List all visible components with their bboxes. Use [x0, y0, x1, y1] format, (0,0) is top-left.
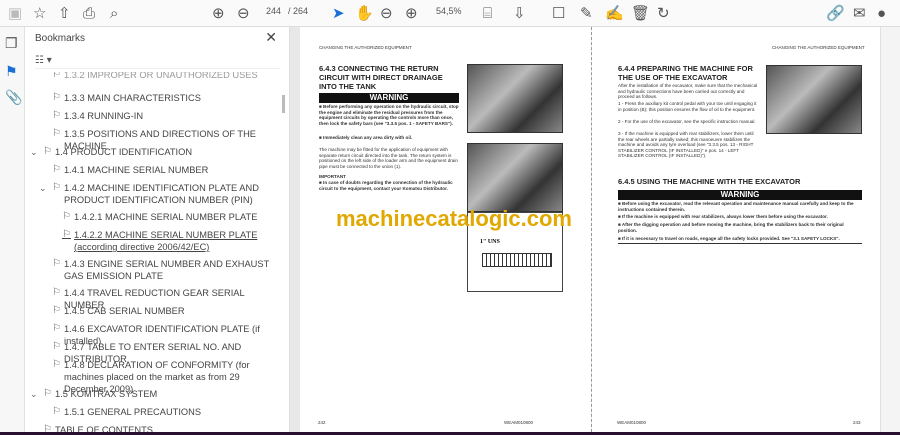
highlight-pen-icon[interactable]: ✎: [580, 4, 593, 22]
sign-icon[interactable]: ✍: [605, 4, 624, 22]
important-label: IMPORTANT: [319, 174, 346, 179]
hand-icon[interactable]: ✋: [355, 4, 374, 22]
bookmark-icon: ⚐: [52, 305, 61, 316]
document-code: WEAM010800: [617, 420, 647, 425]
close-icon[interactable]: ✕: [265, 29, 277, 46]
chevron-down-icon[interactable]: ⌄: [30, 388, 38, 400]
chevron-down-icon[interactable]: ⌄: [39, 182, 47, 194]
bookmark-icon: ⚐: [62, 229, 71, 240]
section-title: 6.4.4 PREPARING THE MACHINE FOR THE USE …: [618, 64, 753, 82]
bookmark-item[interactable]: ⌄ ⚐ 1.4.2 MACHINE IDENTIFICATION PLATE AND…: [39, 182, 280, 206]
bookmark-icon: ⚐: [43, 424, 52, 432]
bookmark-icon: ⚐: [52, 110, 61, 121]
panel-title: Bookmarks: [35, 33, 86, 44]
bookmark-item[interactable]: ⚐ 1.3.2 IMPROPER OR UNAUTHORIZED USES: [52, 72, 258, 81]
diagram-label: 1" UNS: [480, 239, 500, 245]
page-separator: [591, 27, 592, 432]
step-text: 3 - If the machine is equipped with rear…: [618, 131, 754, 159]
print-icon[interactable]: ⎙: [83, 4, 95, 22]
document-code: WEAM010800: [504, 420, 534, 425]
bookmark-icon: ⚐: [52, 182, 61, 193]
zoom-input[interactable]: 54,5%: [436, 6, 462, 16]
page-header: CHANGING THE AUTHORIZED EQUIPMENT: [319, 45, 412, 50]
page-up-icon[interactable]: ⊕: [212, 4, 225, 22]
bookmarks-scrollbar[interactable]: [282, 95, 285, 113]
warning-text: ■ Immediately clean any area dirty with …: [319, 135, 413, 140]
bookmark-item[interactable]: ⚐ 1.3.4 RUNNING-IN: [52, 110, 143, 122]
bookmark-item[interactable]: ⚐ 1.3.3 MAIN CHARACTERISTICS: [52, 92, 201, 104]
star-icon[interactable]: ☆: [33, 4, 46, 22]
page-number: 242: [318, 420, 326, 425]
step-text: 2 - For the use of the excavator, see th…: [618, 119, 756, 124]
bookmark-icon: ⚐: [52, 258, 61, 269]
scroll-mode-icon[interactable]: ⇩: [513, 4, 526, 22]
warning-text: ■ After the digging operation and before…: [618, 222, 844, 233]
fitting-drawing: [482, 253, 552, 267]
warning-text: ■ Before using the excavator, read the r…: [618, 201, 854, 212]
bookmark-item[interactable]: ⚐ TABLE OF CONTENTS: [43, 424, 153, 432]
cloud-upload-icon[interactable]: ⇧: [58, 4, 71, 22]
attachment-icon[interactable]: 📎: [5, 89, 22, 106]
page-total: / 264: [288, 6, 309, 16]
machine-photo: [467, 64, 563, 133]
zoom-in-icon[interactable]: ⊕: [405, 4, 418, 22]
page-header: CHANGING THE AUTHORIZED EQUIPMENT: [772, 45, 865, 50]
share-link-icon[interactable]: 🔗: [826, 4, 845, 22]
page-down-icon[interactable]: ⊖: [237, 4, 250, 22]
bookmark-icon: ⚐: [52, 406, 61, 417]
bookmark-item[interactable]: ⚐ 1.4.5 CAB SERIAL NUMBER: [52, 305, 185, 317]
warning-banner: WARNING: [618, 190, 862, 200]
warning-text: ■ Before performing any operation on the…: [319, 104, 459, 126]
page-number-input[interactable]: 244: [266, 6, 281, 16]
document-scrollbar[interactable]: [880, 27, 900, 432]
account-icon[interactable]: ●: [877, 4, 886, 22]
toolbar: ▣ ☆ ⇧ ⎙ ⌕ ⊕ ⊖ 244 / 264 ➤ ✋ ⊖ ⊕ 54,5% ⌸ …: [0, 0, 900, 27]
warning-banner: WARNING: [319, 93, 459, 103]
bookmark-item[interactable]: ⚐ 1.5.1 GENERAL PRECAUTIONS: [52, 406, 201, 418]
body-text: After the installation of the excavator,…: [618, 83, 758, 100]
union-photo: [467, 143, 563, 212]
save-icon[interactable]: ▣: [8, 4, 22, 22]
bookmark-icon: ⚐: [52, 92, 61, 103]
step-text: 1 - Press the auxiliary kit control peda…: [618, 101, 757, 112]
page-number: 243: [853, 420, 861, 425]
bookmark-options-button[interactable]: ☷ ▾: [35, 55, 280, 69]
left-rail: ❐ ⚑ 📎: [0, 27, 25, 432]
body-text: The machine may be fitted for the applic…: [319, 147, 458, 169]
search-icon[interactable]: ⌕: [110, 4, 118, 22]
rotate-icon[interactable]: ↻: [657, 4, 670, 22]
bookmark-icon: ⚐: [52, 164, 61, 175]
bookmark-item[interactable]: ⚐ 1.4.3 ENGINE SERIAL NUMBER AND EXHAUST …: [52, 258, 277, 282]
bookmark-icon: ⚐: [52, 72, 61, 80]
section-title: 6.4.3 CONNECTING THE RETURN CIRCUIT WITH…: [319, 64, 443, 91]
bookmark-icon: ⚐: [43, 146, 52, 157]
warning-text: ■ If the machine is equipped with rear s…: [618, 214, 828, 219]
watermark: machinecatalogic.com: [336, 206, 572, 231]
section-title: 6.4.5 USING THE MACHINE WITH THE EXCAVAT…: [618, 177, 801, 186]
pedal-photo: [766, 65, 862, 134]
fit-page-icon[interactable]: ⌸: [483, 4, 492, 22]
bookmark-item-selected[interactable]: ⚐ 1.4.2.2 MACHINE SERIAL NUMBER PLATE (ac…: [62, 229, 277, 253]
pages-icon[interactable]: ❐: [5, 35, 18, 52]
chevron-down-icon[interactable]: ⌄: [30, 146, 38, 158]
bookmark-item[interactable]: ⌄ ⚐ 1.4 PRODUCT IDENTIFICATION: [30, 146, 192, 158]
bookmark-item[interactable]: ⚐ 1.4.2.1 MACHINE SERIAL NUMBER PLATE: [62, 211, 257, 223]
email-icon[interactable]: ✉: [853, 4, 866, 22]
panel-splitter[interactable]: [290, 27, 300, 432]
bookmark-item[interactable]: ⌄ ⚐ 1.5 KOMTRAX SYSTEM: [30, 388, 157, 400]
important-text: ■ In case of doubts regarding the connec…: [319, 180, 453, 191]
bookmark-icon: ⚐: [43, 388, 52, 399]
bookmark-list: ⚐ 1.3.2 IMPROPER OR UNAUTHORIZED USES ⚐ 1.…: [25, 72, 280, 432]
comment-icon[interactable]: ☐: [552, 4, 565, 22]
warning-text: ■ If it is necessary to travel on roads,…: [618, 236, 862, 244]
select-cursor-icon[interactable]: ➤: [332, 4, 345, 22]
zoom-out-icon[interactable]: ⊖: [380, 4, 393, 22]
delete-icon[interactable]: 🗑: [631, 4, 650, 22]
bookmark-icon[interactable]: ⚑: [5, 63, 18, 80]
bookmark-icon: ⚐: [62, 211, 71, 222]
bookmark-item[interactable]: ⚐ 1.4.1 MACHINE SERIAL NUMBER: [52, 164, 208, 176]
bookmarks-panel: Bookmarks ✕ ☷ ▾ ⚐ 1.3.2 IMPROPER OR UNAUT…: [25, 27, 290, 432]
